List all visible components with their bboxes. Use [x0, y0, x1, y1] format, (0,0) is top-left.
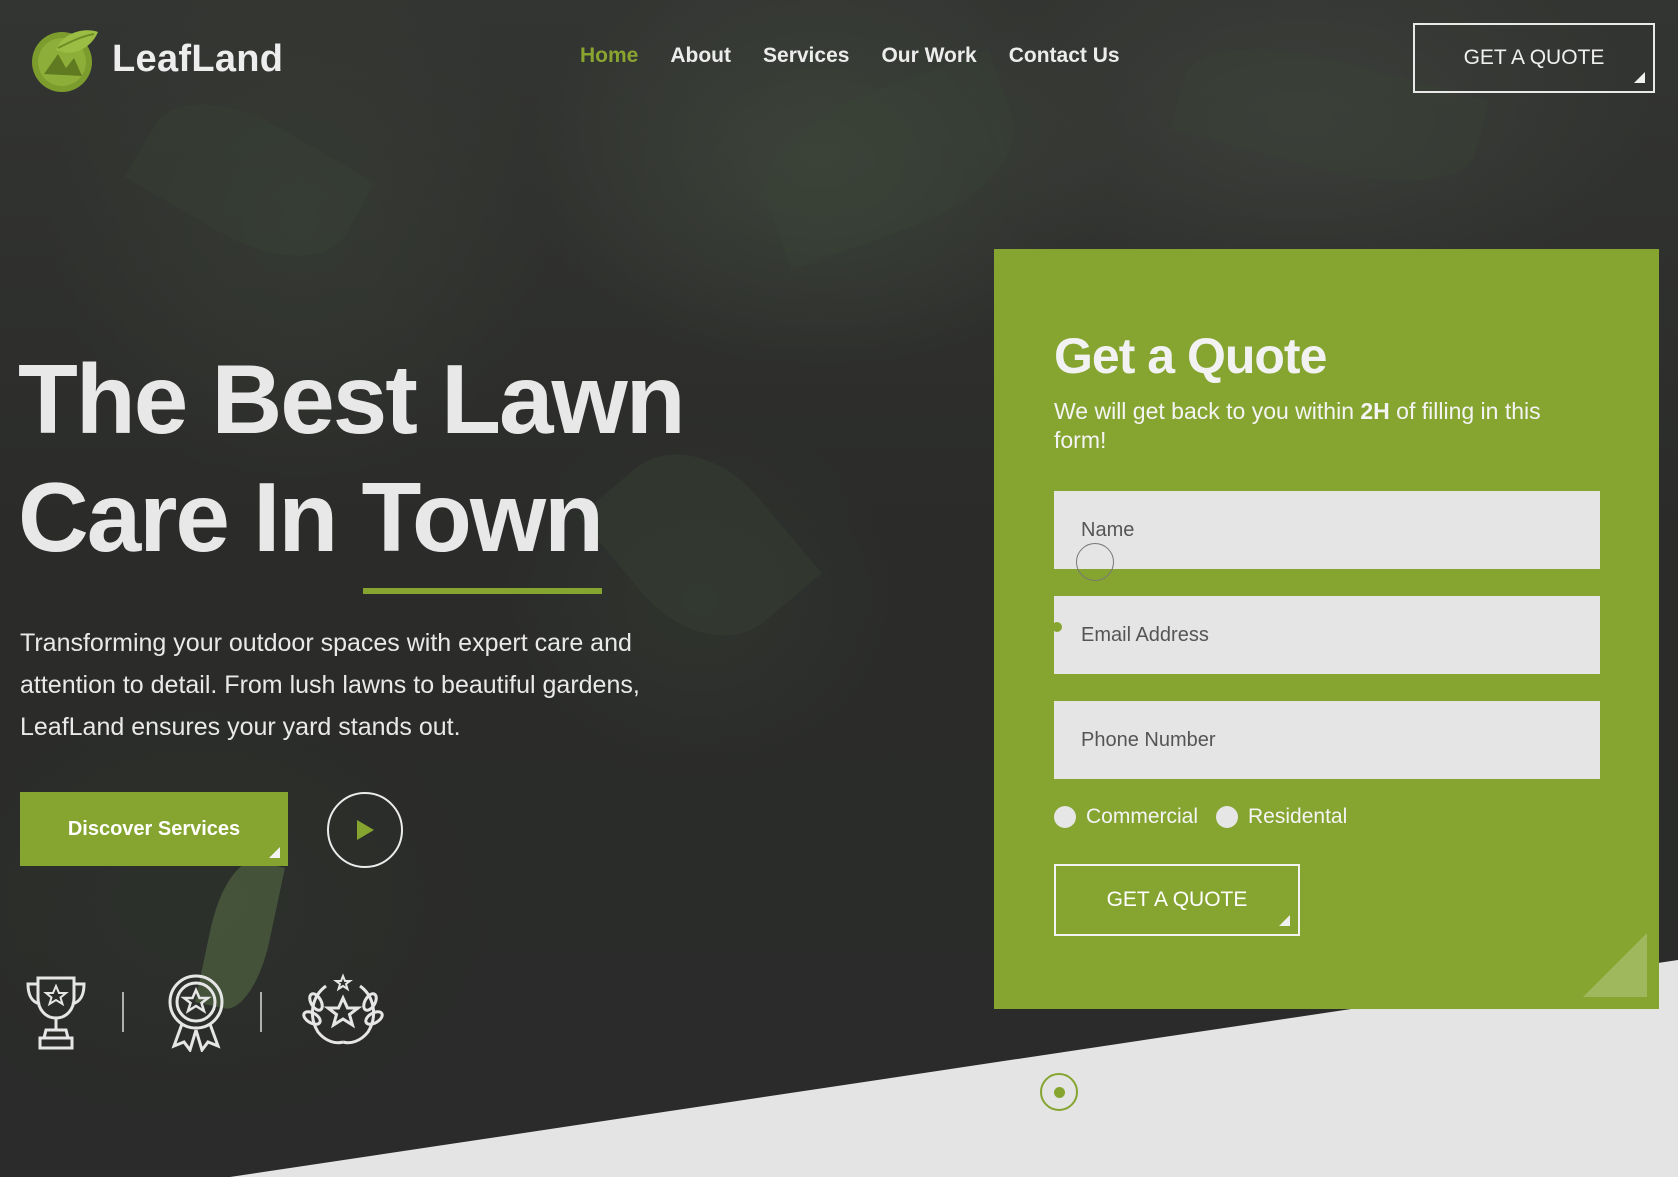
- hero-title-line-2: Care In Town: [18, 458, 684, 594]
- corner-arrow-icon: [1634, 72, 1645, 83]
- site-logo[interactable]: LeafLand: [26, 24, 283, 94]
- slider-dot-inner: [1053, 1086, 1065, 1098]
- awards-divider: [122, 992, 124, 1032]
- quote-submit-label: GET A QUOTE: [1106, 888, 1248, 911]
- hero-title: The Best Lawn Care In Town: [18, 340, 686, 594]
- discover-services-button[interactable]: Discover Services: [20, 792, 288, 866]
- phone-input[interactable]: [1054, 701, 1600, 779]
- name-input[interactable]: [1054, 491, 1600, 569]
- play-icon: [357, 820, 374, 840]
- awards-divider: [260, 992, 262, 1032]
- hero-title-highlight-text: Town: [361, 462, 604, 572]
- header-get-quote-button[interactable]: GET A QUOTE: [1413, 23, 1655, 93]
- title-underline: [363, 588, 603, 594]
- cursor-dot: [1052, 622, 1062, 632]
- nav-item-about[interactable]: About: [670, 44, 731, 68]
- nav-item-home[interactable]: Home: [580, 44, 638, 68]
- residential-radio[interactable]: [1216, 806, 1239, 828]
- property-type-options: Commercial Residental: [1054, 805, 1365, 829]
- play-video-button[interactable]: [327, 792, 403, 868]
- quote-submit-button[interactable]: GET A QUOTE: [1054, 864, 1300, 936]
- hero-description: Transforming your outdoor spaces with ex…: [20, 629, 640, 741]
- discover-services-label: Discover Services: [67, 817, 241, 840]
- main-navigation: Home About Services Our Work Contact Us: [580, 44, 1152, 68]
- hero-title-line-2-start: Care In: [18, 462, 362, 572]
- leaf-logo-icon: [32, 30, 98, 92]
- quote-subtitle-start: We will get back to you within: [1054, 398, 1361, 424]
- medal-icon: [168, 974, 224, 1052]
- email-input[interactable]: [1054, 596, 1600, 674]
- quote-subtitle-highlight: 2H: [1360, 398, 1390, 424]
- card-corner-fold: [1583, 933, 1647, 997]
- commercial-radio[interactable]: [1054, 806, 1076, 828]
- commercial-radio-label[interactable]: Commercial: [1086, 805, 1198, 829]
- slider-pagination-dot[interactable]: [1040, 1073, 1078, 1111]
- quote-form-title: Get a Quote: [1054, 328, 1327, 384]
- cursor-ring: [1076, 543, 1114, 581]
- awards-row: [22, 972, 384, 1052]
- header-get-quote-label: GET A QUOTE: [1463, 46, 1605, 69]
- nav-item-our-work[interactable]: Our Work: [881, 44, 976, 68]
- corner-arrow-icon: [269, 847, 280, 858]
- residential-radio-label[interactable]: Residental: [1248, 805, 1347, 829]
- corner-arrow-icon: [1279, 915, 1290, 926]
- quote-form-subtitle: We will get back to you within 2H of fil…: [1054, 397, 1594, 455]
- hero-title-highlight: Town: [361, 458, 604, 594]
- nav-item-services[interactable]: Services: [763, 44, 849, 68]
- nav-item-contact-us[interactable]: Contact Us: [1009, 44, 1120, 68]
- logo-text: LeafLand: [112, 37, 284, 80]
- quote-form-card: Get a Quote We will get back to you with…: [994, 249, 1659, 1009]
- trophy-icon: [26, 976, 86, 1050]
- laurel-star-icon: [302, 973, 384, 1045]
- hero-title-line-1: The Best Lawn: [18, 344, 686, 454]
